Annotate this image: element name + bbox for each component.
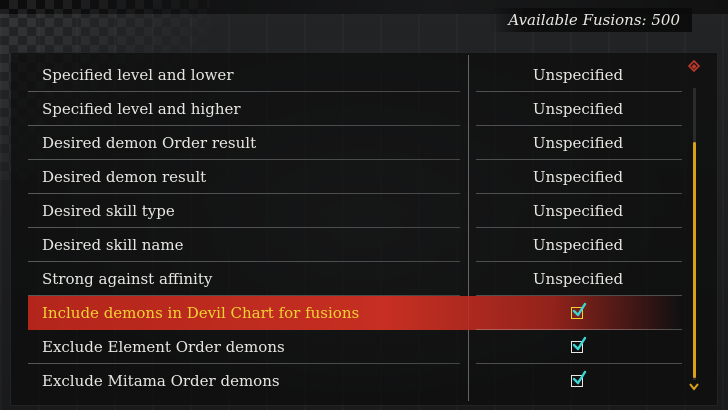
option-label: Desired demon Order result [42,134,257,152]
option-value[interactable]: Unspecified [478,262,678,296]
option-label: Desired demon result [42,168,207,186]
option-value[interactable]: Unspecified [478,160,678,194]
option-label: Exclude Mitama Order demons [42,372,280,390]
checkmark-icon [572,370,587,385]
option-label: Specified level and higher [42,100,241,118]
option-row-exclude-element[interactable]: Exclude Element Order demons [28,330,682,364]
checkbox[interactable] [571,302,587,319]
option-row-demon-order[interactable]: Desired demon Order result Unspecified [28,126,682,160]
checkmark-icon [572,302,587,317]
option-label: Specified level and lower [42,66,234,84]
option-row-include-devil-chart[interactable]: Include demons in Devil Chart for fusion… [28,296,682,330]
option-row-demon-result[interactable]: Desired demon result Unspecified [28,160,682,194]
arrow-down-icon[interactable] [688,378,700,391]
diamond-arrow-up-icon[interactable] [687,59,701,76]
option-label: Strong against affinity [42,270,213,288]
option-label: Desired skill name [42,236,184,254]
option-value[interactable]: Unspecified [478,194,678,228]
available-fusions-label: Available Fusions: [508,11,647,29]
option-row-skill-name[interactable]: Desired skill name Unspecified [28,228,682,262]
scrollbar-thumb[interactable] [693,142,696,378]
option-label: Include demons in Devil Chart for fusion… [42,304,360,322]
option-value[interactable]: Unspecified [478,126,678,160]
option-value[interactable]: Unspecified [478,92,678,126]
option-label: Exclude Element Order demons [42,338,285,356]
option-row-level-higher[interactable]: Specified level and higher Unspecified [28,92,682,126]
option-row-strong-affinity[interactable]: Strong against affinity Unspecified [28,262,682,296]
option-label: Desired skill type [42,202,175,220]
option-row-skill-type[interactable]: Desired skill type Unspecified [28,194,682,228]
option-value[interactable]: Unspecified [478,228,678,262]
available-fusions-counter: Available Fusions: 500 [490,8,692,32]
checkbox[interactable] [571,336,587,353]
option-row-exclude-mitama[interactable]: Exclude Mitama Order demons [28,364,682,398]
option-row-level-lower[interactable]: Specified level and lower Unspecified [28,58,682,92]
checkmark-icon [572,336,587,351]
option-value[interactable]: Unspecified [478,58,678,92]
checkbox[interactable] [571,370,587,387]
available-fusions-count: 500 [651,11,680,29]
